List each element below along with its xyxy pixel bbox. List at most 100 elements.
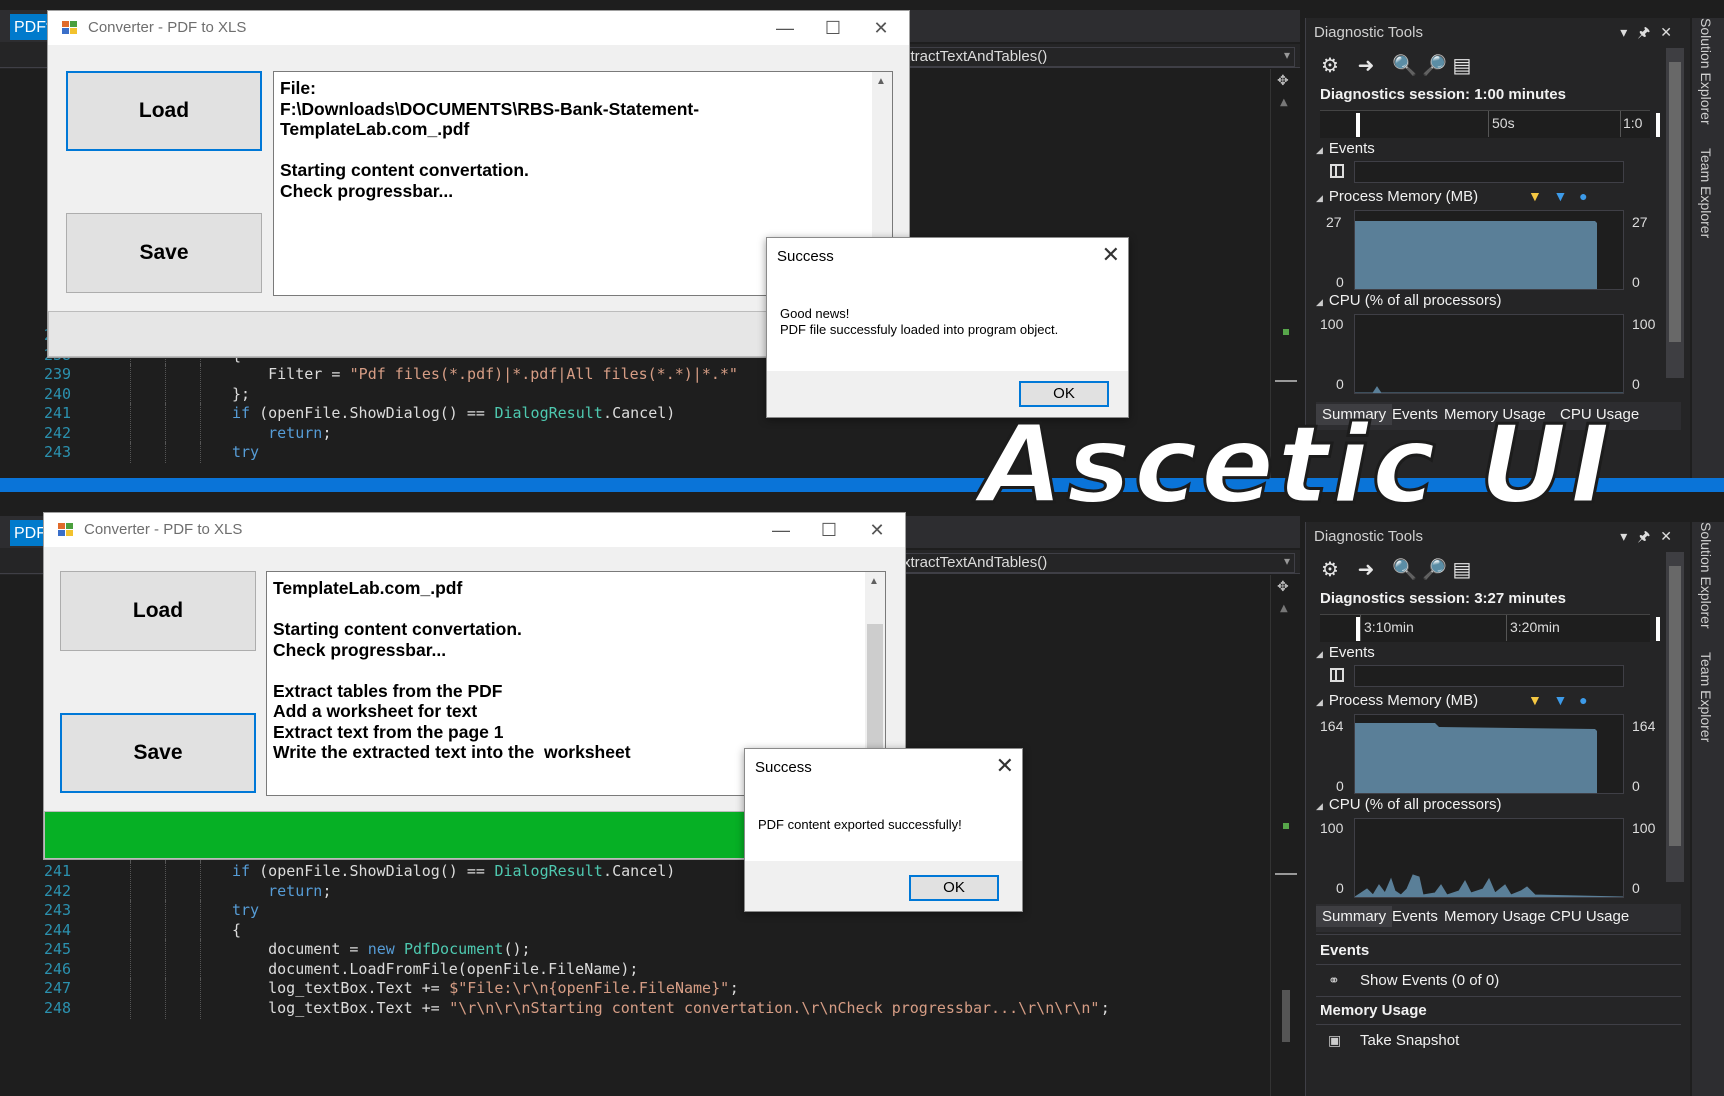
window-title: Converter - PDF to XLS bbox=[84, 521, 243, 538]
pane-controls[interactable]: ▾​🖈✕ bbox=[1620, 526, 1682, 550]
cpu-chart bbox=[1354, 314, 1624, 394]
cpu-section-header[interactable]: ◢ CPU (% of all processors) bbox=[1316, 796, 1501, 813]
editor-scrollbar[interactable]: ✥ ▲ bbox=[1270, 575, 1300, 1096]
team-explorer-tab[interactable]: Team Explorer bbox=[1698, 148, 1714, 238]
chart-icon[interactable]: ▤ bbox=[1450, 54, 1474, 78]
code-token: if bbox=[232, 404, 260, 422]
timeline-ruler[interactable]: 50s 1:0 bbox=[1320, 110, 1660, 138]
line-number: 248 bbox=[44, 998, 72, 1017]
code-token: DialogResult bbox=[494, 404, 603, 422]
timeline-end-handle[interactable] bbox=[1656, 113, 1660, 137]
window-titlebar[interactable]: Converter - PDF to XLS — ☐ ✕ bbox=[44, 513, 905, 547]
tab-events[interactable]: Events bbox=[1392, 908, 1438, 925]
events-heading: Events bbox=[1320, 942, 1370, 959]
save-button[interactable]: Save bbox=[66, 213, 262, 293]
chart-icon[interactable]: ▤ bbox=[1450, 558, 1474, 582]
cpu-axis-max: 100 bbox=[1320, 316, 1344, 332]
save-button[interactable]: Save bbox=[60, 713, 256, 793]
code-line[interactable]: 241 if (openFile.ShowDialog() == DialogRe… bbox=[0, 861, 1270, 882]
events-section-header[interactable]: ◢ Events bbox=[1316, 644, 1375, 661]
memory-section-header[interactable]: ◢ Process Memory (MB) bbox=[1316, 188, 1478, 205]
code-token: "Pdf files(*.pdf)|*.pdf|All files(*.*)|*… bbox=[349, 365, 738, 383]
bottom-screenshot: PDFt C# W xtractTextAndTables() 237openF… bbox=[0, 500, 1724, 1096]
window-title: Converter - PDF to XLS bbox=[88, 19, 247, 36]
scroll-up-icon[interactable]: ▲ bbox=[1280, 97, 1288, 108]
ok-button[interactable]: OK bbox=[909, 875, 999, 901]
cpu-line bbox=[1353, 874, 1624, 898]
pin-icon[interactable]: 🖈 bbox=[1637, 528, 1660, 544]
minimize-icon[interactable]: — bbox=[761, 517, 801, 543]
tab-cpu-usage[interactable]: CPU Usage bbox=[1550, 908, 1629, 925]
memory-section-header[interactable]: ◢ Process Memory (MB) bbox=[1316, 692, 1478, 709]
close-icon[interactable]: ✕ bbox=[857, 517, 897, 543]
scroll-thumb-lower[interactable] bbox=[1282, 990, 1290, 1042]
diagnostic-toolbar: ⚙ ➜ 🔍 🔎 ▤ bbox=[1306, 552, 1690, 588]
code-line[interactable]: 247 log_textBox.Text += $"File:\r\n{open… bbox=[0, 978, 1270, 999]
pane-controls[interactable]: ▾​🖈✕ bbox=[1620, 22, 1682, 46]
tab-memory-usage[interactable]: Memory Usage bbox=[1444, 908, 1546, 925]
timeline-ruler[interactable]: 3:10min 3:20min bbox=[1320, 614, 1660, 642]
cpu-line bbox=[1355, 386, 1623, 394]
show-events-link[interactable]: Show Events (0 of 0) bbox=[1360, 972, 1499, 989]
cpu-axis-min: 0 bbox=[1336, 376, 1344, 392]
gear-icon[interactable]: ⚙ bbox=[1318, 54, 1342, 78]
scroll-up-icon[interactable]: ▲ bbox=[1280, 603, 1288, 614]
timeline-end-handle[interactable] bbox=[1656, 617, 1660, 641]
export-icon[interactable]: ➜ bbox=[1354, 558, 1378, 582]
scroll-thumb[interactable] bbox=[1275, 380, 1297, 382]
diagnostic-scrollbar[interactable] bbox=[1666, 552, 1684, 882]
zoom-out-icon[interactable]: 🔎 bbox=[1422, 54, 1447, 78]
pin-icon[interactable]: 🖈 bbox=[1637, 24, 1660, 40]
tab-summary[interactable]: Summary bbox=[1316, 906, 1393, 927]
code-line[interactable]: 246 document.LoadFromFile(openFile.FileN… bbox=[0, 958, 1270, 980]
snapshot-marker-icon: ▼ bbox=[1553, 692, 1568, 708]
close-icon[interactable]: ✕ bbox=[1660, 528, 1682, 544]
peak-marker-icon: ● bbox=[1579, 692, 1588, 708]
close-icon[interactable]: ✕ bbox=[1660, 24, 1682, 40]
code-line[interactable]: 242 return; bbox=[0, 880, 1270, 902]
solution-explorer-tab[interactable]: Solution Explorer bbox=[1698, 18, 1714, 125]
line-number: 242 bbox=[44, 881, 72, 900]
close-icon[interactable]: ✕ bbox=[996, 753, 1014, 779]
code-line[interactable]: 244 { bbox=[0, 919, 1270, 941]
load-button[interactable]: Load bbox=[60, 571, 256, 651]
zoom-in-icon[interactable]: 🔍 bbox=[1392, 558, 1417, 582]
minimize-icon[interactable]: — bbox=[765, 15, 805, 41]
memory-axis-min: 0 bbox=[1336, 274, 1344, 290]
maximize-icon[interactable]: ☐ bbox=[813, 15, 853, 41]
close-icon[interactable]: ✕ bbox=[861, 15, 901, 41]
events-toggle-icon[interactable] bbox=[1330, 668, 1344, 682]
events-section-header[interactable]: ◢ Events bbox=[1316, 140, 1375, 157]
split-icon[interactable]: ✥ bbox=[1277, 579, 1289, 595]
take-snapshot-link[interactable]: Take Snapshot bbox=[1360, 1032, 1459, 1049]
window-titlebar[interactable]: Converter - PDF to XLS — ☐ ✕ bbox=[48, 11, 909, 45]
solution-explorer-tab[interactable]: Solution Explorer bbox=[1698, 522, 1714, 629]
code-line[interactable]: 248 log_textBox.Text += "\r\n\r\nStartin… bbox=[0, 997, 1270, 1019]
close-icon[interactable]: ✕ bbox=[1102, 242, 1120, 268]
diagnostic-tools-pane: Diagnostic Tools ▾​🖈✕ ⚙ ➜ 🔍 🔎 ▤ Diagnost… bbox=[1305, 522, 1690, 1096]
timeline-start-handle[interactable] bbox=[1356, 113, 1360, 137]
zoom-out-icon[interactable]: 🔎 bbox=[1422, 558, 1447, 582]
gc-marker-icon: ▼ bbox=[1528, 188, 1542, 204]
diagnostic-tools-title: Diagnostic Tools bbox=[1314, 528, 1423, 545]
events-track bbox=[1354, 665, 1624, 687]
maximize-icon[interactable]: ☐ bbox=[809, 517, 849, 543]
export-icon[interactable]: ➜ bbox=[1354, 54, 1378, 78]
session-duration: Diagnostics session: 3:27 minutes bbox=[1320, 590, 1566, 607]
line-number: 240 bbox=[44, 384, 72, 403]
log-text: File: F:\Downloads\DOCUMENTS\RBS-Bank-St… bbox=[280, 78, 700, 201]
team-explorer-tab[interactable]: Team Explorer bbox=[1698, 652, 1714, 742]
cpu-section-header[interactable]: ◢ CPU (% of all processors) bbox=[1316, 292, 1501, 309]
gear-icon[interactable]: ⚙ bbox=[1318, 558, 1342, 582]
load-button[interactable]: Load bbox=[66, 71, 262, 151]
code-line[interactable]: 245 document = new PdfDocument (); bbox=[0, 939, 1270, 960]
member-dropdown[interactable]: xtractTextAndTables() bbox=[900, 553, 1295, 573]
diagnostic-scrollbar[interactable] bbox=[1666, 48, 1684, 378]
split-icon[interactable]: ✥ bbox=[1277, 73, 1289, 89]
member-dropdown[interactable]: xtractTextAndTables() bbox=[900, 47, 1295, 67]
code-line[interactable]: 243 try bbox=[0, 900, 1270, 921]
events-toggle-icon[interactable] bbox=[1330, 164, 1344, 178]
zoom-in-icon[interactable]: 🔍 bbox=[1392, 54, 1417, 78]
success-dialog: Success ✕ Good news! PDF file successful… bbox=[766, 237, 1129, 418]
scroll-thumb[interactable] bbox=[1275, 873, 1297, 875]
